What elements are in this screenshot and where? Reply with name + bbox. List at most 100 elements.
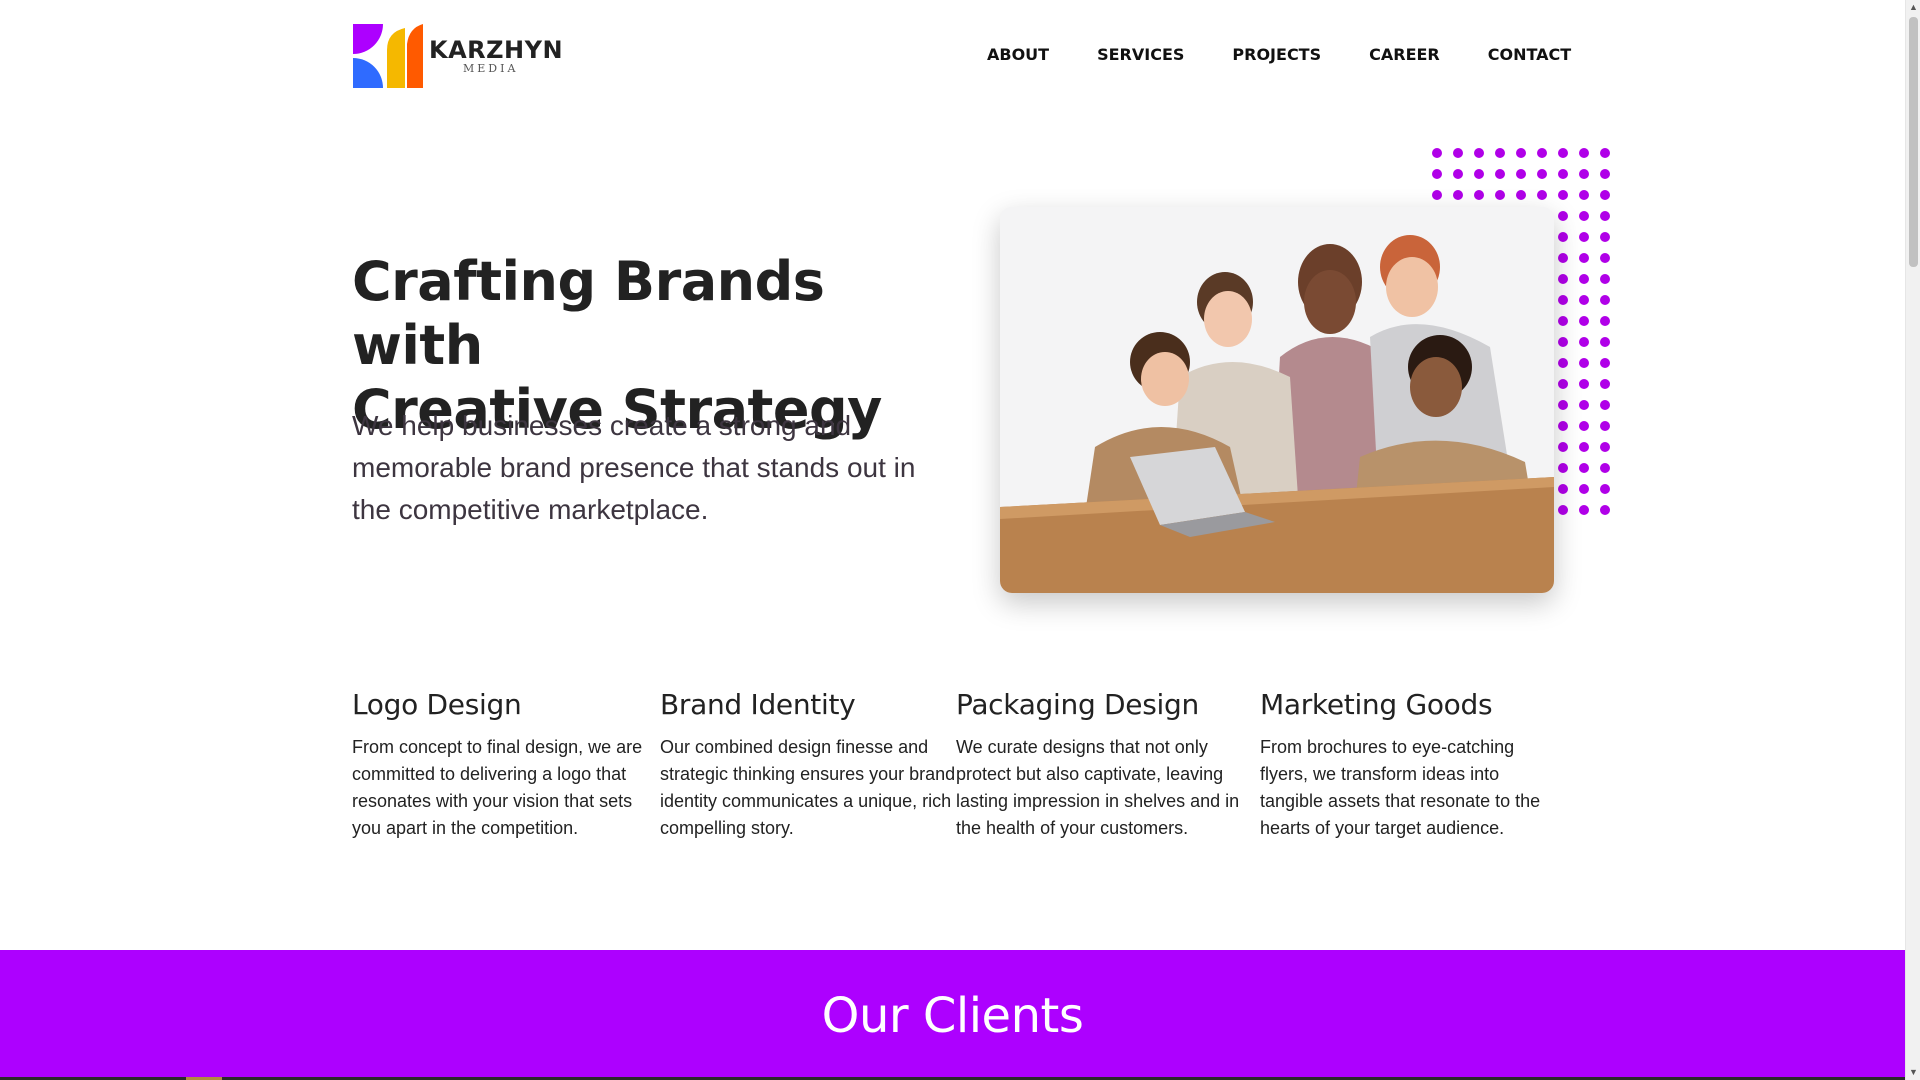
decorative-dot [1600, 400, 1610, 410]
team-photo-illustration [1000, 207, 1554, 593]
decorative-dot [1558, 253, 1568, 263]
decorative-dot [1600, 190, 1610, 200]
service-title: Marketing Goods [1260, 688, 1493, 721]
brand-logo[interactable]: KARZHYN MEDIA [353, 24, 563, 88]
nav-projects[interactable]: PROJECTS [1232, 45, 1321, 64]
decorative-dot [1579, 463, 1589, 473]
decorative-dot [1558, 421, 1568, 431]
decorative-dot [1579, 337, 1589, 347]
decorative-dot [1558, 169, 1568, 179]
decorative-dot [1432, 169, 1442, 179]
service-logo-design: Logo Design From concept to final design… [352, 688, 652, 842]
decorative-dot [1558, 337, 1568, 347]
logo-mark-icon [353, 24, 423, 88]
decorative-dot [1600, 232, 1610, 242]
service-description: From brochures to eye-catching flyers, w… [1260, 737, 1541, 838]
decorative-dot [1600, 169, 1610, 179]
decorative-dot [1516, 190, 1526, 200]
decorative-dot [1558, 274, 1568, 284]
scrollbar-thumb[interactable] [1909, 17, 1918, 267]
decorative-dot [1537, 148, 1547, 158]
service-title: Brand Identity [660, 688, 856, 721]
service-title: Packaging Design [956, 688, 1199, 721]
decorative-dot [1579, 316, 1589, 326]
decorative-dot [1579, 379, 1589, 389]
decorative-dot [1579, 232, 1589, 242]
decorative-dot [1600, 505, 1610, 515]
decorative-dot [1579, 421, 1589, 431]
page-scrollbar[interactable]: ▲ ▼ [1905, 0, 1920, 1080]
decorative-dot [1453, 148, 1463, 158]
nav-about[interactable]: ABOUT [987, 45, 1049, 64]
decorative-dot [1600, 442, 1610, 452]
decorative-dot [1558, 232, 1568, 242]
decorative-dot [1600, 421, 1610, 431]
decorative-dot [1474, 148, 1484, 158]
main-nav: ABOUT SERVICES PROJECTS CAREER CONTACT [987, 45, 1571, 64]
decorative-dot [1453, 190, 1463, 200]
clients-section: Our Clients [0, 950, 1905, 1080]
decorative-dot [1579, 274, 1589, 284]
decorative-dot [1600, 379, 1610, 389]
service-description: From concept to final design, we are com… [352, 737, 643, 838]
decorative-dot [1558, 505, 1568, 515]
decorative-dot [1600, 337, 1610, 347]
decorative-dot [1579, 484, 1589, 494]
clients-title: Our Clients [821, 988, 1084, 1044]
decorative-dot [1495, 190, 1505, 200]
nav-career[interactable]: CAREER [1369, 45, 1440, 64]
hero-title-line-1: Crafting Brands with [352, 250, 825, 377]
decorative-dot [1495, 148, 1505, 158]
decorative-dot [1558, 379, 1568, 389]
nav-services[interactable]: SERVICES [1097, 45, 1184, 64]
service-description: We curate designs that not only protect … [956, 737, 1240, 838]
decorative-dot [1600, 274, 1610, 284]
decorative-dot [1537, 190, 1547, 200]
decorative-dot [1600, 484, 1610, 494]
decorative-dot [1558, 442, 1568, 452]
service-description: Our combined design finesse and strategi… [660, 737, 956, 838]
decorative-dot [1516, 148, 1526, 158]
decorative-dot [1579, 442, 1589, 452]
decorative-dot [1579, 169, 1589, 179]
decorative-dot [1579, 358, 1589, 368]
decorative-dot [1537, 169, 1547, 179]
service-marketing-goods: Marketing Goods From brochures to eye-ca… [1260, 688, 1560, 842]
decorative-dot [1474, 169, 1484, 179]
decorative-dot [1558, 463, 1568, 473]
decorative-dot [1558, 148, 1568, 158]
decorative-dot [1600, 148, 1610, 158]
decorative-dot [1579, 190, 1589, 200]
service-packaging-design: Packaging Design We curate designs that … [956, 688, 1256, 842]
logo-subtitle: MEDIA [463, 62, 519, 75]
decorative-dot [1453, 169, 1463, 179]
decorative-dot [1579, 505, 1589, 515]
decorative-dot [1474, 190, 1484, 200]
scroll-up-arrow-icon[interactable]: ▲ [1906, 0, 1920, 15]
decorative-dot [1600, 358, 1610, 368]
hero-description: We help businesses create a strong and m… [352, 410, 916, 525]
decorative-dot [1558, 400, 1568, 410]
decorative-dot [1600, 253, 1610, 263]
decorative-dot [1600, 316, 1610, 326]
nav-contact[interactable]: CONTACT [1488, 45, 1571, 64]
decorative-dot [1558, 358, 1568, 368]
decorative-dot [1579, 148, 1589, 158]
decorative-dot [1600, 295, 1610, 305]
decorative-dot [1495, 169, 1505, 179]
hero-team-photo [1000, 207, 1554, 593]
logo-wordmark: KARZHYN [429, 36, 564, 64]
decorative-dot [1579, 211, 1589, 221]
service-title: Logo Design [352, 688, 522, 721]
scroll-down-arrow-icon[interactable]: ▼ [1906, 1065, 1920, 1080]
decorative-dot [1558, 295, 1568, 305]
decorative-dot [1600, 463, 1610, 473]
decorative-dot [1432, 190, 1442, 200]
decorative-dot [1579, 295, 1589, 305]
page-viewport: KARZHYN MEDIA ABOUT SERVICES PROJECTS CA… [0, 0, 1905, 1080]
decorative-dot [1558, 211, 1568, 221]
decorative-dot [1600, 211, 1610, 221]
decorative-dot [1558, 484, 1568, 494]
decorative-dot [1579, 253, 1589, 263]
decorative-dot [1558, 190, 1568, 200]
